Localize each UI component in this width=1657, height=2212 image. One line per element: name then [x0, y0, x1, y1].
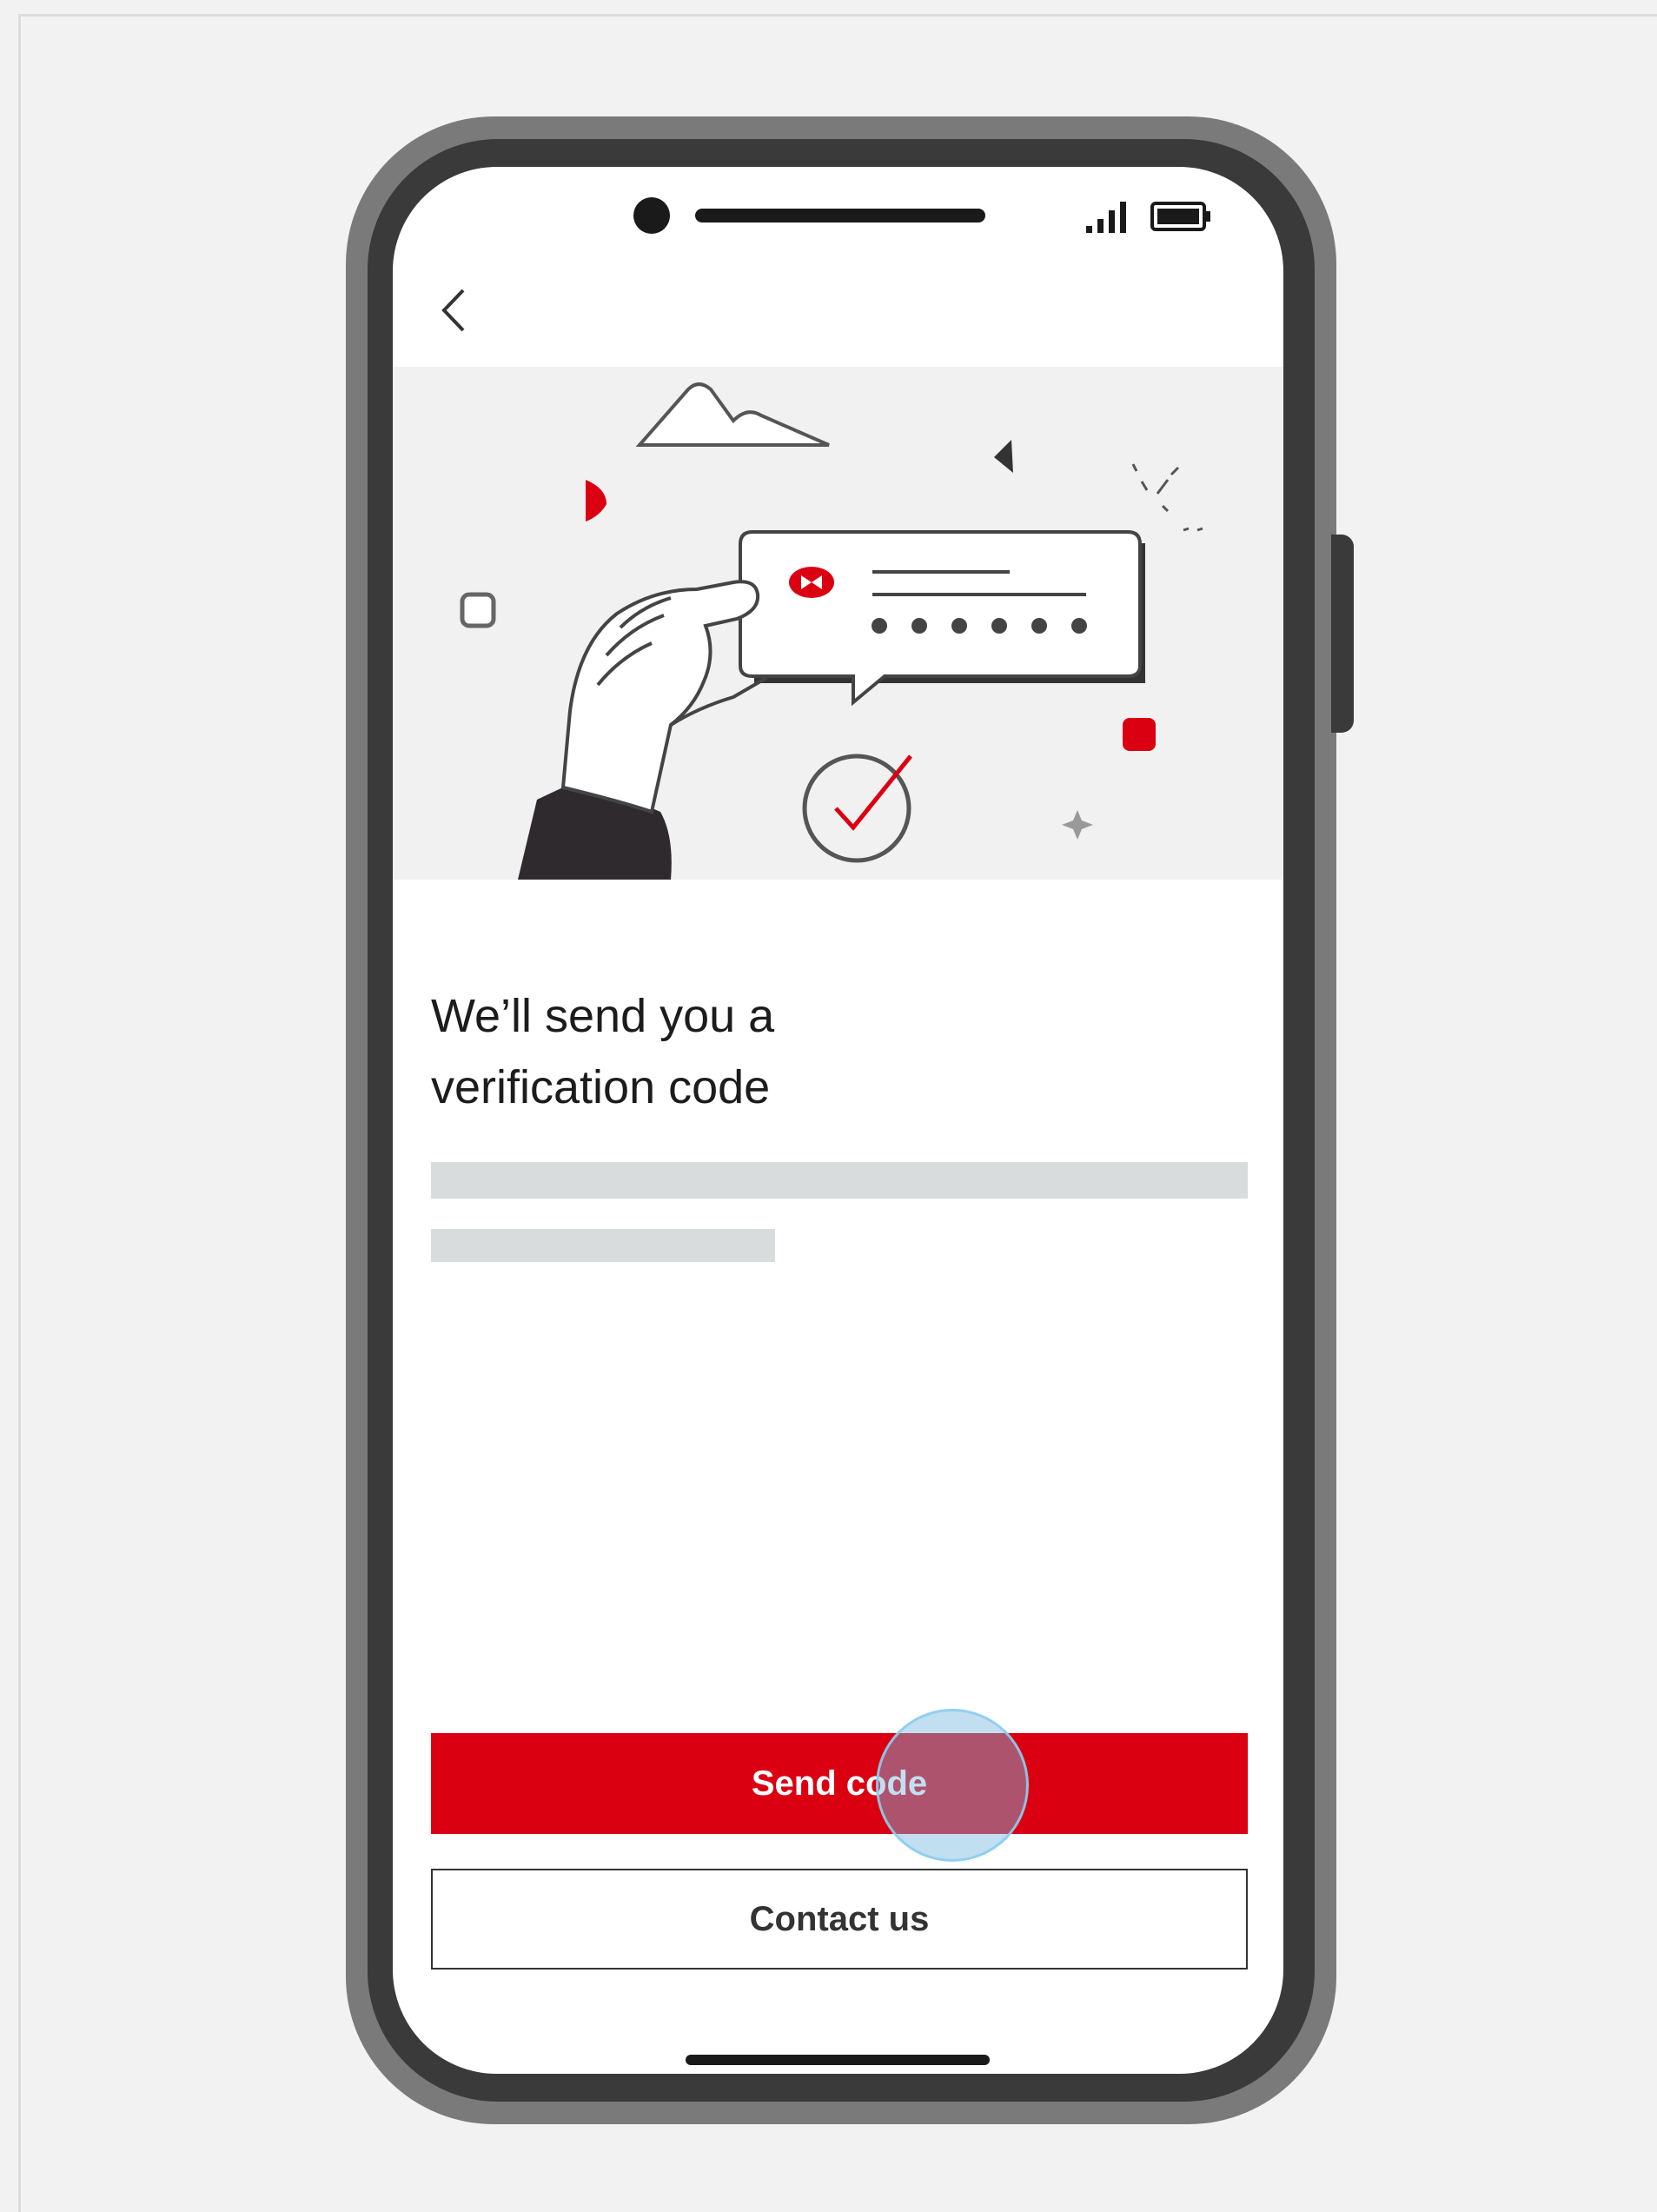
page-title: We’ll send you a verification code — [431, 980, 952, 1123]
cloud-shape — [635, 382, 830, 447]
cellular-signal-icon — [1086, 202, 1126, 233]
red-square-shape — [1123, 718, 1156, 751]
checkmark-icon — [834, 754, 912, 831]
contact-us-button[interactable]: Contact us — [431, 1869, 1248, 1970]
message-bubble-shape — [739, 530, 1142, 707]
back-button[interactable] — [428, 280, 480, 341]
dark-triangle-shape — [994, 440, 1013, 473]
battery-full-icon — [1150, 202, 1210, 231]
phone-side-button — [1331, 535, 1354, 733]
sparkle-dashes — [1131, 463, 1203, 532]
description-placeholder-line2 — [431, 1229, 775, 1262]
home-indicator-bar[interactable] — [686, 2055, 990, 2065]
phone-screen: We’ll send you a verification code Send … — [393, 167, 1283, 2074]
star-shape — [1062, 810, 1093, 840]
earpiece-speaker — [695, 209, 985, 223]
hero-illustration — [393, 367, 1283, 880]
verification-illustration — [460, 382, 1203, 880]
page-title-line2: verification code — [431, 1061, 771, 1113]
front-camera — [633, 197, 670, 234]
outline-square-shape — [460, 592, 496, 628]
red-leaf-shape — [586, 480, 606, 521]
send-code-button[interactable]: Send code — [431, 1733, 1248, 1834]
description-placeholder-line1 — [431, 1162, 1248, 1199]
chevron-left-icon — [441, 289, 465, 332]
check-circle-icon — [802, 754, 911, 863]
page-title-line1: We’ll send you a — [431, 990, 775, 1042]
